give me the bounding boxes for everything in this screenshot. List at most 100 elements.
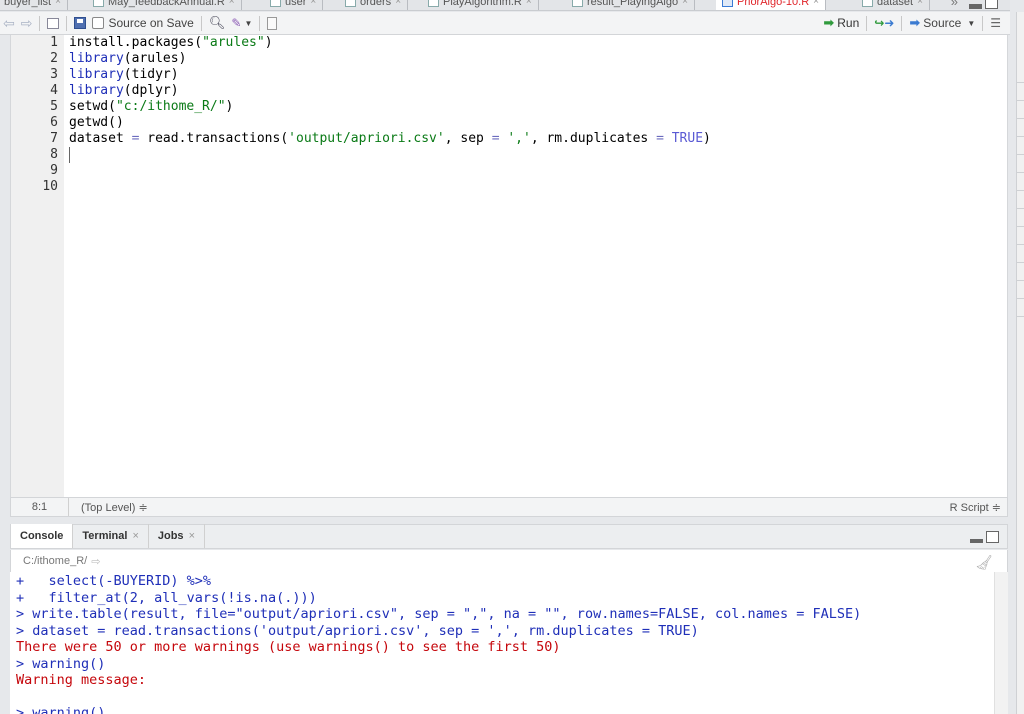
close-icon[interactable]: × — [813, 0, 819, 7]
tab-console[interactable]: Console — [11, 524, 74, 548]
back-button[interactable]: ⇦ — [0, 12, 18, 34]
code-line-7[interactable]: dataset = read.transactions('output/apri… — [69, 131, 711, 147]
right-pane-edge — [1016, 12, 1024, 714]
close-icon[interactable]: × — [132, 530, 138, 542]
close-icon[interactable]: × — [229, 0, 235, 7]
console-pane-tabs: Console Terminal × Jobs × — [10, 524, 1008, 549]
code-line-5[interactable]: setwd("c:/ithome_R/") — [69, 99, 233, 115]
console-line: > dataset = read.transactions('output/ap… — [16, 622, 699, 639]
toolbar-divider — [901, 15, 903, 31]
tab-jobs[interactable]: Jobs × — [149, 524, 205, 548]
code-editor[interactable]: 1 2 3 4 5 6 7 8 9 10 install.packages("arules") l… — [10, 35, 1008, 497]
editor-tab[interactable]: user × — [264, 0, 324, 10]
console-line: Warning message: — [16, 672, 147, 688]
tab-terminal[interactable]: Terminal × — [73, 524, 149, 548]
code-line-2[interactable]: library(arules) — [69, 51, 186, 67]
text-cursor — [69, 147, 70, 163]
file-icon — [93, 0, 104, 7]
file-icon — [722, 0, 733, 7]
editor-tab-label: buyer_list — [4, 0, 52, 8]
outline-icon: ☰ — [990, 16, 1001, 30]
show-in-window-button[interactable] — [44, 12, 62, 34]
outline-button[interactable]: ☰ — [987, 12, 1004, 34]
compile-report-button[interactable] — [264, 12, 280, 34]
pane-divider-tick — [1017, 118, 1024, 119]
editor-tab-strip: » buyer_list × May_feedbackAnnual.R × user × o… — [0, 0, 1010, 11]
close-icon[interactable]: × — [917, 0, 923, 7]
tab-overflow-icon[interactable]: » — [951, 0, 958, 9]
editor-tab[interactable]: buyer_list × — [0, 0, 68, 10]
line-number: 5 — [50, 99, 58, 114]
rstudio-window: » buyer_list × May_feedbackAnnual.R × user × o… — [0, 0, 1024, 714]
console-window-controls — [970, 531, 999, 543]
file-type-selector[interactable]: R Script ≑ — [950, 501, 1001, 514]
close-icon[interactable]: × — [189, 530, 195, 542]
maximize-icon[interactable] — [986, 531, 999, 543]
code-line-4[interactable]: library(dplyr) — [69, 83, 179, 99]
line-number: 9 — [50, 163, 58, 178]
pane-divider-tick — [1017, 190, 1024, 191]
tab-jobs-label: Jobs — [157, 530, 184, 542]
save-button[interactable] — [71, 12, 89, 34]
run-arrow-icon: ➡ — [823, 15, 835, 30]
pane-divider-tick — [1017, 136, 1024, 137]
editor-tab[interactable]: May_feedbackAnnual.R × — [87, 0, 242, 10]
pane-divider-tick — [1017, 82, 1024, 83]
code-line-6[interactable]: getwd() — [69, 115, 124, 131]
line-number: 8 — [50, 147, 58, 162]
toolbar-divider — [39, 15, 41, 31]
close-icon[interactable]: × — [395, 0, 401, 7]
file-icon — [572, 0, 583, 7]
editor-tab[interactable]: result_PlayingAlgo × — [566, 0, 695, 10]
console-working-directory: C:/ithome_R/ ⇨ 🧹︎ — [10, 550, 1008, 572]
toolbar-divider — [259, 15, 261, 31]
code-line-1[interactable]: install.packages("arules") — [69, 35, 273, 51]
file-icon — [345, 0, 356, 7]
run-label: Run — [837, 16, 860, 30]
editor-tab-label: result_PlayingAlgo — [587, 0, 679, 8]
tab-console-label: Console — [20, 530, 64, 542]
close-icon[interactable]: × — [526, 0, 532, 7]
console-line: + filter_at(2, all_vars(!is.na(.))) — [16, 589, 317, 606]
chevron-down-icon: ▼ — [967, 18, 976, 28]
editor-tab[interactable]: PriorAlgo-10.R × — [716, 0, 826, 10]
code-tools-button[interactable]: ✎ ▼ — [228, 12, 255, 34]
close-icon[interactable]: × — [55, 0, 61, 7]
source-button[interactable]: ➡ Source — [906, 12, 964, 34]
rerun-button[interactable]: ↪ ➜ — [871, 12, 897, 34]
find-button[interactable]: 🔍︎ — [206, 12, 229, 34]
console-output[interactable]: + select(-BUYERID) %>% + filter_at(2, all… — [10, 572, 994, 714]
close-icon[interactable]: × — [682, 0, 688, 7]
source-on-save-checkbox[interactable] — [92, 17, 105, 29]
scope-selector[interactable]: (Top Level) ≑ — [69, 501, 148, 514]
source-options-dropdown[interactable]: ▼ — [964, 12, 978, 34]
editor-tab[interactable]: orders × — [339, 0, 409, 10]
forward-button[interactable]: ⇨ — [18, 12, 36, 34]
editor-tab[interactable]: dataset × — [856, 0, 930, 10]
source-on-save-label: Source on Save — [108, 16, 194, 30]
line-number: 4 — [50, 83, 58, 98]
run-button[interactable]: ➡ Run — [820, 12, 862, 34]
rerun-icon: ↪ — [874, 16, 885, 30]
minimize-icon[interactable] — [969, 4, 982, 9]
source-on-save-toggle[interactable]: Source on Save — [89, 12, 196, 34]
search-icon: 🔍︎ — [208, 15, 226, 30]
console-line: There were 50 or more warnings (use warn… — [16, 639, 561, 655]
line-number: 10 — [42, 179, 58, 194]
editor-tab[interactable]: PlayAlgorithm.R × — [422, 0, 539, 10]
close-icon[interactable]: × — [310, 0, 316, 7]
arrow-left-icon: ⇦ — [3, 14, 15, 31]
clear-console-icon[interactable]: 🧹︎ — [975, 554, 993, 571]
tab-terminal-label: Terminal — [82, 530, 128, 542]
pane-divider-tick — [1017, 244, 1024, 245]
code-line-3[interactable]: library(tidyr) — [69, 67, 179, 83]
new-window-icon — [47, 17, 60, 29]
minimize-icon[interactable] — [970, 539, 983, 543]
console-scrollbar[interactable] — [994, 572, 1008, 714]
maximize-icon[interactable] — [985, 0, 998, 9]
editor-tab-label: orders — [360, 0, 392, 8]
line-number: 3 — [50, 67, 58, 82]
go-to-directory-icon[interactable]: ⇨ — [91, 555, 100, 568]
rerun-arrow-icon: ➜ — [884, 16, 895, 30]
pane-divider-tick — [1017, 172, 1024, 173]
